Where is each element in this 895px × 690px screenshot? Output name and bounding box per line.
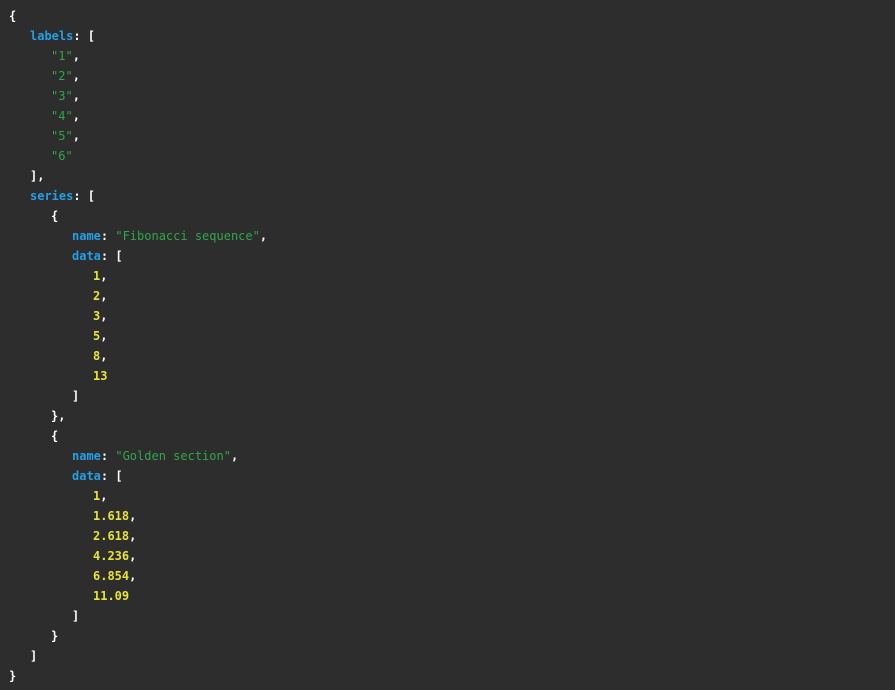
labels-key-line: labels: [: [0, 26, 267, 46]
labels-item: "3",: [51, 89, 80, 103]
series-name-value: "Fibonacci sequence": [115, 229, 260, 243]
labels-item-value: "1": [51, 49, 73, 63]
labels-array-close: ],: [30, 169, 45, 183]
labels-item: "5",: [51, 129, 80, 143]
data-item: 13: [0, 366, 267, 386]
labels-item-value: "5": [51, 129, 73, 143]
data-item: 3,: [93, 309, 108, 323]
labels-array-open: : [: [73, 29, 96, 43]
series-object-open: {: [51, 209, 59, 223]
labels-item-value: "6": [51, 149, 73, 163]
data-item: 5,: [93, 329, 108, 343]
labels-item-value: "3": [51, 89, 73, 103]
root-close-brace: }: [9, 669, 17, 683]
data-item: 4.236,: [93, 549, 137, 563]
series-name-value: "Golden section": [115, 449, 231, 463]
series-data-key-line: data: [: [72, 249, 123, 263]
labels-item: "4",: [51, 109, 80, 123]
data-item-value: 13: [93, 369, 108, 383]
series-key: series: [30, 189, 74, 203]
series-object-open: {: [51, 429, 59, 443]
data-item: 6.854,: [93, 569, 137, 583]
data-item-value: 2.618: [93, 529, 130, 543]
series-array-close: ]: [30, 649, 38, 663]
root-open-line: {: [0, 6, 267, 26]
series-name-key: name: [72, 449, 101, 463]
series-data-key-line: data: [: [72, 469, 123, 483]
data-item: 2.618,: [93, 529, 137, 543]
series-object-close: },: [51, 409, 66, 423]
labels-key: labels: [30, 29, 74, 43]
series-name-line: name: "Golden section",: [72, 449, 239, 463]
data-item-value: 1.618: [93, 509, 130, 523]
root-close-line: }: [0, 666, 267, 686]
data-item: 1.618,: [93, 509, 137, 523]
series-data-close: ]: [72, 609, 80, 623]
series-name-key: name: [72, 229, 101, 243]
labels-item: "1",: [51, 49, 80, 63]
labels-item: "2",: [51, 69, 80, 83]
data-item: 11.09: [0, 586, 267, 606]
series-data-key: data: [72, 249, 101, 263]
series-key-line: series: [: [0, 186, 267, 206]
series-name-line: name: "Fibonacci sequence",: [72, 229, 268, 243]
labels-item-value: "2": [51, 69, 73, 83]
data-item: 1,: [93, 269, 108, 283]
json-viewer: { labels: [ "1", "2", "3", "4", "5", "6"…: [0, 0, 895, 690]
data-item-value: 4.236: [93, 549, 130, 563]
data-item: 8,: [93, 349, 108, 363]
data-item: 2,: [93, 289, 108, 303]
json-code-block: { labels: [ "1", "2", "3", "4", "5", "6"…: [0, 6, 267, 686]
series-array-open: : [: [73, 189, 96, 203]
data-item-value: 11.09: [93, 589, 130, 603]
labels-item-value: "4": [51, 109, 73, 123]
series-object-close: }: [51, 629, 59, 643]
data-item-value: 6.854: [93, 569, 130, 583]
series-data-close: ]: [72, 389, 80, 403]
labels-item: "6": [0, 146, 267, 166]
root-open-brace: {: [9, 9, 17, 23]
series-data-key: data: [72, 469, 101, 483]
data-item: 1,: [93, 489, 108, 503]
